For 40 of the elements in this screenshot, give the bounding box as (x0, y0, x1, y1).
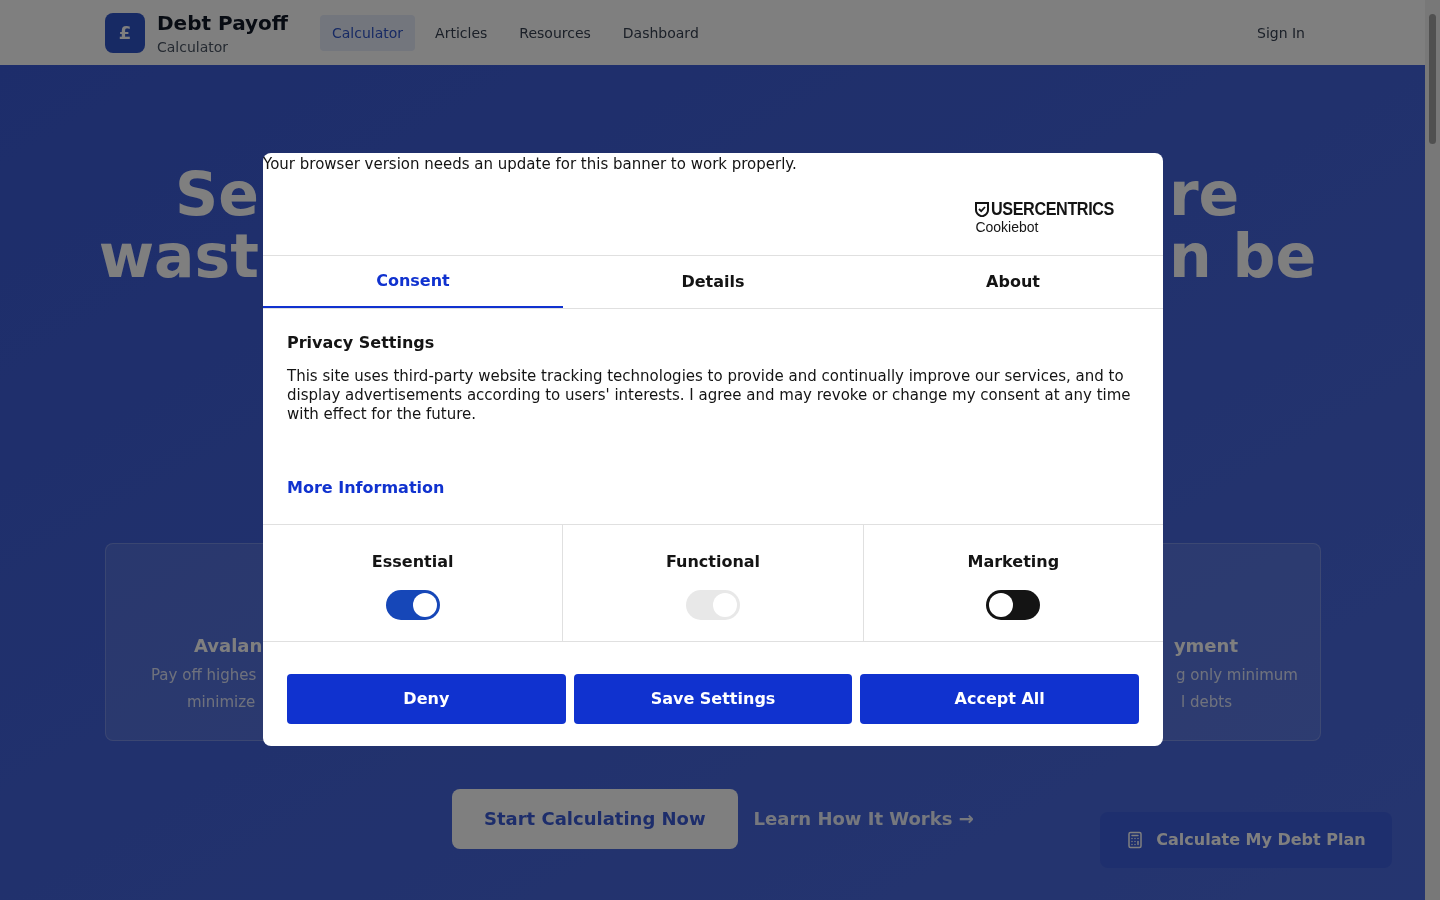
category-label: Functional (665, 551, 761, 573)
browser-notice: Your browser version needs an update for this banner to work properly. (263, 154, 798, 174)
consent-button[interactable]: Save Settings (573, 674, 853, 724)
sign-in-link[interactable]: Sign In (1257, 22, 1305, 43)
more-information-link[interactable]: More Information (287, 476, 1139, 500)
logo-brand: USERCENTRICS (991, 200, 1115, 218)
start-calculating-button[interactable]: Start Calculating Now (452, 789, 738, 849)
nav-link[interactable]: Calculator (320, 14, 416, 51)
card-text: minimize (187, 691, 257, 713)
shield-icon (975, 201, 990, 217)
category-label: Marketing (967, 551, 1060, 573)
consent-button[interactable]: Accept All (860, 674, 1139, 724)
dialog-tab[interactable]: Details (563, 256, 863, 308)
logo-product: Cookiebot (975, 220, 1040, 234)
section-title: Privacy Settings (287, 332, 436, 354)
scrollbar[interactable] (1425, 0, 1440, 900)
hero-heading-fragment: n be (1169, 225, 1317, 287)
hero-heading-fragment: Se (175, 163, 259, 225)
toggle-switch[interactable] (986, 590, 1041, 620)
calculate-plan-button[interactable]: Calculate My Debt Plan (1100, 812, 1392, 868)
calculator-icon (1126, 831, 1145, 849)
card-text: Pay off highes (151, 665, 258, 686)
learn-more-link[interactable]: Learn How It Works → (753, 805, 974, 833)
card-title: Avalan (194, 634, 264, 658)
card-title: yment (1173, 634, 1238, 658)
brand-subtitle: Calculator (157, 37, 230, 57)
hero-heading-fragment: wast (98, 225, 259, 287)
brand-name: Debt Payoff (157, 9, 288, 37)
nav-link[interactable]: Resources (507, 14, 603, 51)
nav-link[interactable]: Articles (423, 14, 500, 51)
hero-heading-fragment: re (1169, 163, 1240, 225)
consent-button[interactable]: Deny (287, 674, 566, 724)
category-label: Essential (371, 551, 454, 573)
nav-link[interactable]: Dashboard (610, 14, 711, 51)
card-text: g only minimum (1176, 665, 1298, 686)
dialog-tab[interactable]: About (863, 256, 1163, 308)
dialog-tab[interactable]: Consent (263, 256, 563, 308)
privacy-text: This site uses third-party website tracking technologies to provide and continually improve our services, and to display advertisements according to users' interests. I agree and may revoke or change my consent at any time with effect for the future. (287, 367, 1132, 424)
logo-icon: £ (105, 12, 145, 53)
toggle-switch[interactable] (385, 590, 440, 620)
